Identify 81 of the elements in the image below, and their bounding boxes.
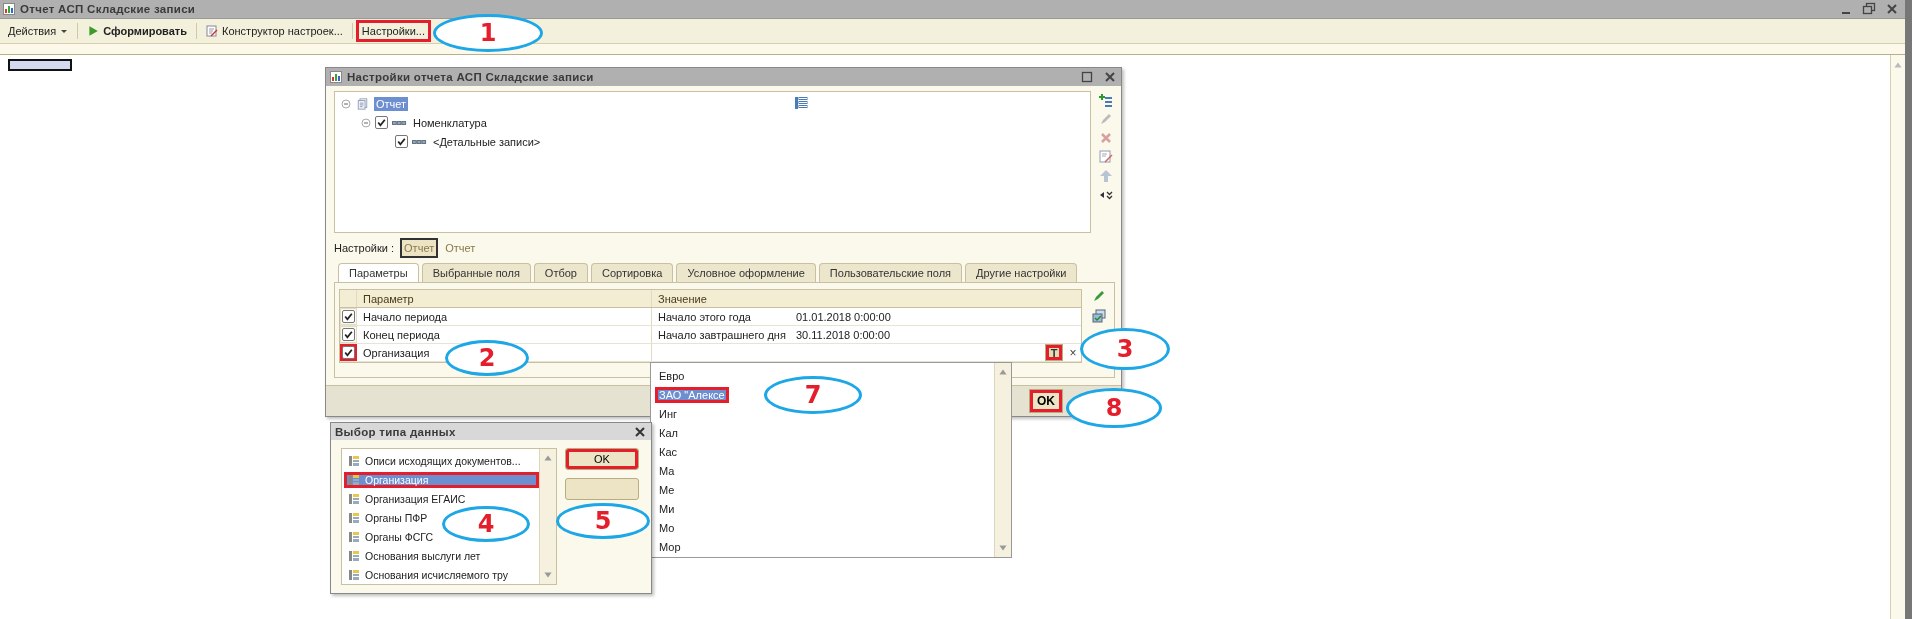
parameter-value: Начало завтрашнего дня: [657, 328, 787, 341]
dropdown-item[interactable]: Ми: [655, 500, 679, 517]
value-input-field[interactable]: T ×: [652, 344, 1081, 361]
catalog-icon: [348, 549, 360, 562]
type-list-item[interactable]: Организация ЕГАИС: [344, 490, 470, 507]
callout-number: 8: [1066, 388, 1162, 428]
parameter-value: Начало этого года: [657, 310, 752, 323]
catalog-icon: [348, 492, 360, 505]
list-icon[interactable]: [794, 96, 808, 110]
tab[interactable]: Другие настройки: [965, 263, 1078, 282]
dropdown-item[interactable]: Инг: [655, 405, 681, 422]
play-icon: [87, 25, 100, 37]
tab[interactable]: Сортировка: [591, 263, 674, 282]
catalog-icon: [348, 530, 360, 543]
close-icon[interactable]: [1885, 2, 1899, 16]
dialog-title: Настройки отчета АСП Складские записи: [347, 71, 594, 83]
type-button[interactable]: T: [1045, 344, 1063, 361]
tab[interactable]: Отбор: [533, 263, 588, 282]
document-icon: [355, 97, 370, 110]
caret-icon: [60, 27, 69, 35]
parameter-name: Начало периода: [363, 310, 448, 323]
tab[interactable]: Параметры: [338, 263, 419, 282]
scrollbar[interactable]: [539, 449, 556, 584]
maximize-icon[interactable]: [1080, 70, 1094, 84]
window-title: Отчет АСП Складские записи: [20, 3, 196, 15]
checkbox[interactable]: [375, 116, 388, 129]
type-list-item[interactable]: Органы ПФР: [344, 509, 432, 526]
dropdown-item[interactable]: Кас: [655, 443, 682, 460]
tab[interactable]: Условное оформление: [676, 263, 816, 282]
close-icon[interactable]: [633, 424, 647, 439]
tab[interactable]: Выбранные поля: [421, 263, 531, 282]
parameter-name: Конец периода: [363, 328, 440, 341]
dropdown-item[interactable]: Ма: [655, 462, 679, 479]
settings-label: Настройки :: [334, 242, 395, 254]
checkbox[interactable]: [395, 135, 408, 148]
toolbar-button[interactable]: Настройки...: [355, 20, 431, 42]
wand-icon: [206, 25, 218, 37]
tab[interactable]: Пользовательские поля: [818, 263, 963, 282]
scrollbar[interactable]: [994, 363, 1011, 557]
copy-icon[interactable]: [1092, 309, 1106, 323]
parameter-name: Организация: [363, 346, 430, 359]
ok-button[interactable]: OK: [1029, 389, 1063, 413]
toolbar-button[interactable]: Сформировать: [81, 20, 193, 42]
report-icon: [330, 71, 342, 83]
collapse-icon[interactable]: [361, 117, 371, 128]
dropdown-item[interactable]: Евро: [655, 367, 689, 384]
type-list-item[interactable]: Основания исчисляемого тру: [344, 566, 513, 583]
selected-cell[interactable]: [8, 59, 72, 71]
pencil-icon[interactable]: [1092, 289, 1106, 303]
type-list-item[interactable]: Основания выслуги лет: [344, 547, 485, 564]
settings-variant[interactable]: Отчет: [400, 238, 439, 258]
report-icon: [3, 3, 15, 15]
dropdown-item[interactable]: Ме: [655, 481, 679, 498]
toolbar-button[interactable]: Действия: [2, 20, 75, 42]
scrollbar[interactable]: [1890, 55, 1905, 619]
dropdown-item[interactable]: Мор: [655, 538, 685, 555]
tree-item[interactable]: <Детальные записи>: [431, 134, 543, 149]
close-icon[interactable]: [1103, 70, 1117, 84]
column-header[interactable]: Параметр: [357, 290, 652, 307]
dropdown-item[interactable]: Мо: [655, 519, 679, 536]
dropdown-item[interactable]: Кал: [655, 424, 682, 441]
settings-variant[interactable]: Отчет: [442, 239, 479, 257]
catalog-icon: [348, 454, 360, 467]
parameter-date: 01.01.2018 0:00:00: [796, 310, 892, 323]
catalog-icon: [348, 473, 360, 486]
callout-number: 3: [1080, 328, 1170, 370]
catalog-icon: [348, 511, 360, 524]
tree-item[interactable]: Номенклатура: [411, 115, 489, 130]
type-list-item[interactable]: Органы ФСГС: [344, 528, 438, 545]
add-icon[interactable]: [1099, 93, 1113, 107]
parameter-date: 30.11.2018 0:00:00: [796, 328, 891, 341]
dialog-title: Выбор типа данных: [335, 425, 456, 438]
catalog-icon: [348, 568, 360, 581]
collapse-icon[interactable]: [341, 98, 351, 109]
column-header[interactable]: Значение: [652, 290, 1081, 307]
type-list-item[interactable]: Описи исходящих документов...: [344, 452, 525, 469]
ok-button[interactable]: OK: [565, 448, 639, 470]
restore-icon[interactable]: [1862, 2, 1876, 16]
wand-icon[interactable]: [1099, 150, 1113, 164]
toolbar-button[interactable]: Конструктор настроек...: [200, 20, 349, 42]
clear-button[interactable]: ×: [1065, 344, 1081, 361]
